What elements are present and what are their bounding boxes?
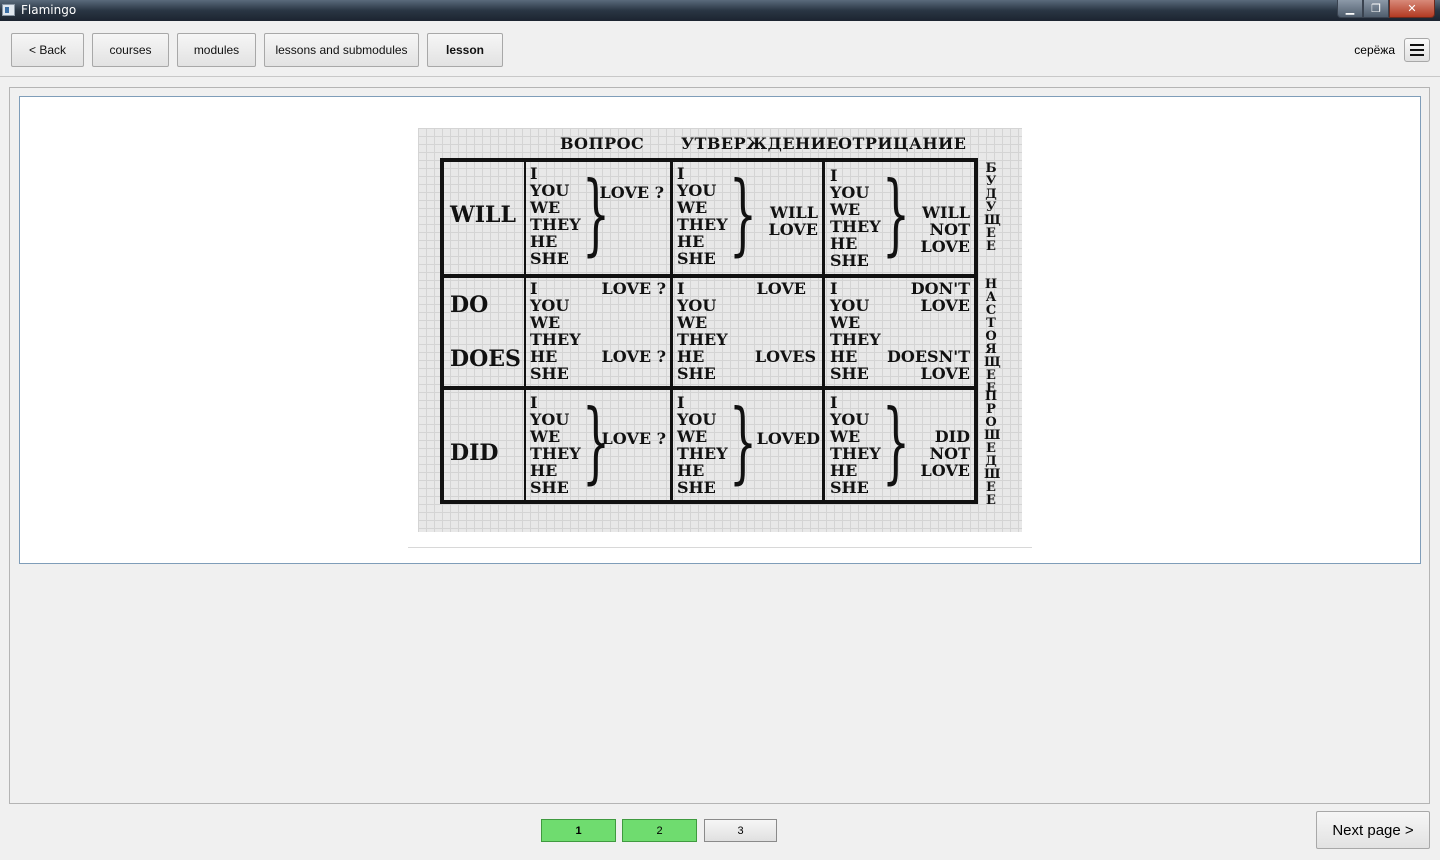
question-verb: LOVE ? — [599, 183, 664, 202]
next-page-button[interactable]: Next page > — [1316, 811, 1430, 849]
lessons-and-submodules-button[interactable]: lessons and submodules — [264, 33, 419, 67]
pronoun-list: I YOU WE THEY HE SHE — [830, 393, 881, 497]
page-button-1[interactable]: 1 — [541, 819, 616, 842]
page-button-3[interactable]: 3 — [704, 819, 777, 842]
aux-does: DOES — [450, 346, 521, 372]
lesson-image: ВОПРОС УТВЕРЖДЕНИЕ ОТРИЦАНИЕ WILL I YOU … — [418, 128, 1022, 532]
side-label-future: БУДУЩЕЕ — [984, 161, 1001, 254]
app-icon — [2, 4, 15, 16]
negative-verb: DON'T LOVE — [910, 279, 970, 315]
side-label-past: ПРОШЕДШЕЕ — [984, 389, 1001, 508]
negative-verb: WILL NOT LOVE — [920, 203, 970, 256]
grid-line — [822, 158, 825, 504]
aux-do: DO — [450, 292, 489, 318]
grid-line — [440, 274, 978, 278]
page-button-2[interactable]: 2 — [622, 819, 697, 842]
question-verb: LOVE ? — [601, 347, 666, 366]
pronoun-list: I YOU WE THEY HE SHE — [677, 393, 728, 497]
side-label-present: НАСТОЯЩЕЕ — [984, 277, 1001, 396]
pronoun-list: I YOU WE THEY HE SHE — [830, 166, 881, 270]
negative-verb: DOESN'T LOVE — [887, 347, 970, 383]
close-icon[interactable]: ✕ — [1389, 0, 1435, 18]
pronoun-list: I YOU WE THEY HE SHE — [530, 393, 581, 497]
modules-button[interactable]: modules — [177, 33, 256, 67]
back-button[interactable]: < Back — [11, 33, 84, 67]
username-label: серёжа — [1354, 43, 1395, 57]
hamburger-menu-icon[interactable] — [1404, 38, 1430, 62]
affirmative-verb: LOVED — [756, 429, 820, 448]
lesson-page-panel: ВОПРОС УТВЕРЖДЕНИЕ ОТРИЦАНИЕ WILL I YOU … — [19, 96, 1421, 564]
grammar-table: WILL I YOU WE THEY HE SHE } LOVE ? I YOU… — [440, 158, 978, 504]
column-header-negative: ОТРИЦАНИЕ — [838, 134, 967, 153]
question-verb: LOVE ? — [601, 429, 666, 448]
top-navigation-bar: < Back courses modules lessons and submo… — [0, 21, 1440, 77]
aux-did: DID — [450, 440, 499, 466]
affirmative-verb: LOVE — [756, 279, 806, 298]
minimize-icon[interactable]: ▁ — [1337, 0, 1363, 18]
window-titlebar: Flamingo ▁ ❐ ✕ — [0, 0, 1440, 21]
column-header-affirmative: УТВЕРЖДЕНИЕ — [681, 134, 839, 153]
lesson-button[interactable]: lesson — [427, 33, 503, 67]
window-controls: ▁ ❐ ✕ — [1337, 0, 1435, 18]
pronoun-list: I YOU WE THEY HE SHE — [530, 279, 581, 383]
affirmative-verb: LOVES — [754, 347, 816, 366]
affirmative-verb: WILL LOVE — [768, 203, 818, 239]
aux-will: WILL — [450, 202, 516, 228]
courses-button[interactable]: courses — [92, 33, 169, 67]
pronoun-list: I YOU WE THEY HE SHE — [677, 164, 728, 268]
negative-verb: DID NOT LOVE — [920, 427, 970, 480]
pronoun-list: I YOU WE THEY HE SHE — [677, 279, 728, 383]
pronoun-list: I YOU WE THEY HE SHE — [530, 164, 581, 268]
question-verb: LOVE ? — [601, 279, 666, 298]
maximize-icon[interactable]: ❐ — [1363, 0, 1389, 18]
column-header-question: ВОПРОС — [560, 134, 645, 153]
window-title: Flamingo — [21, 3, 77, 17]
grid-line — [670, 158, 673, 504]
grid-line — [524, 158, 526, 504]
divider — [408, 547, 1032, 548]
